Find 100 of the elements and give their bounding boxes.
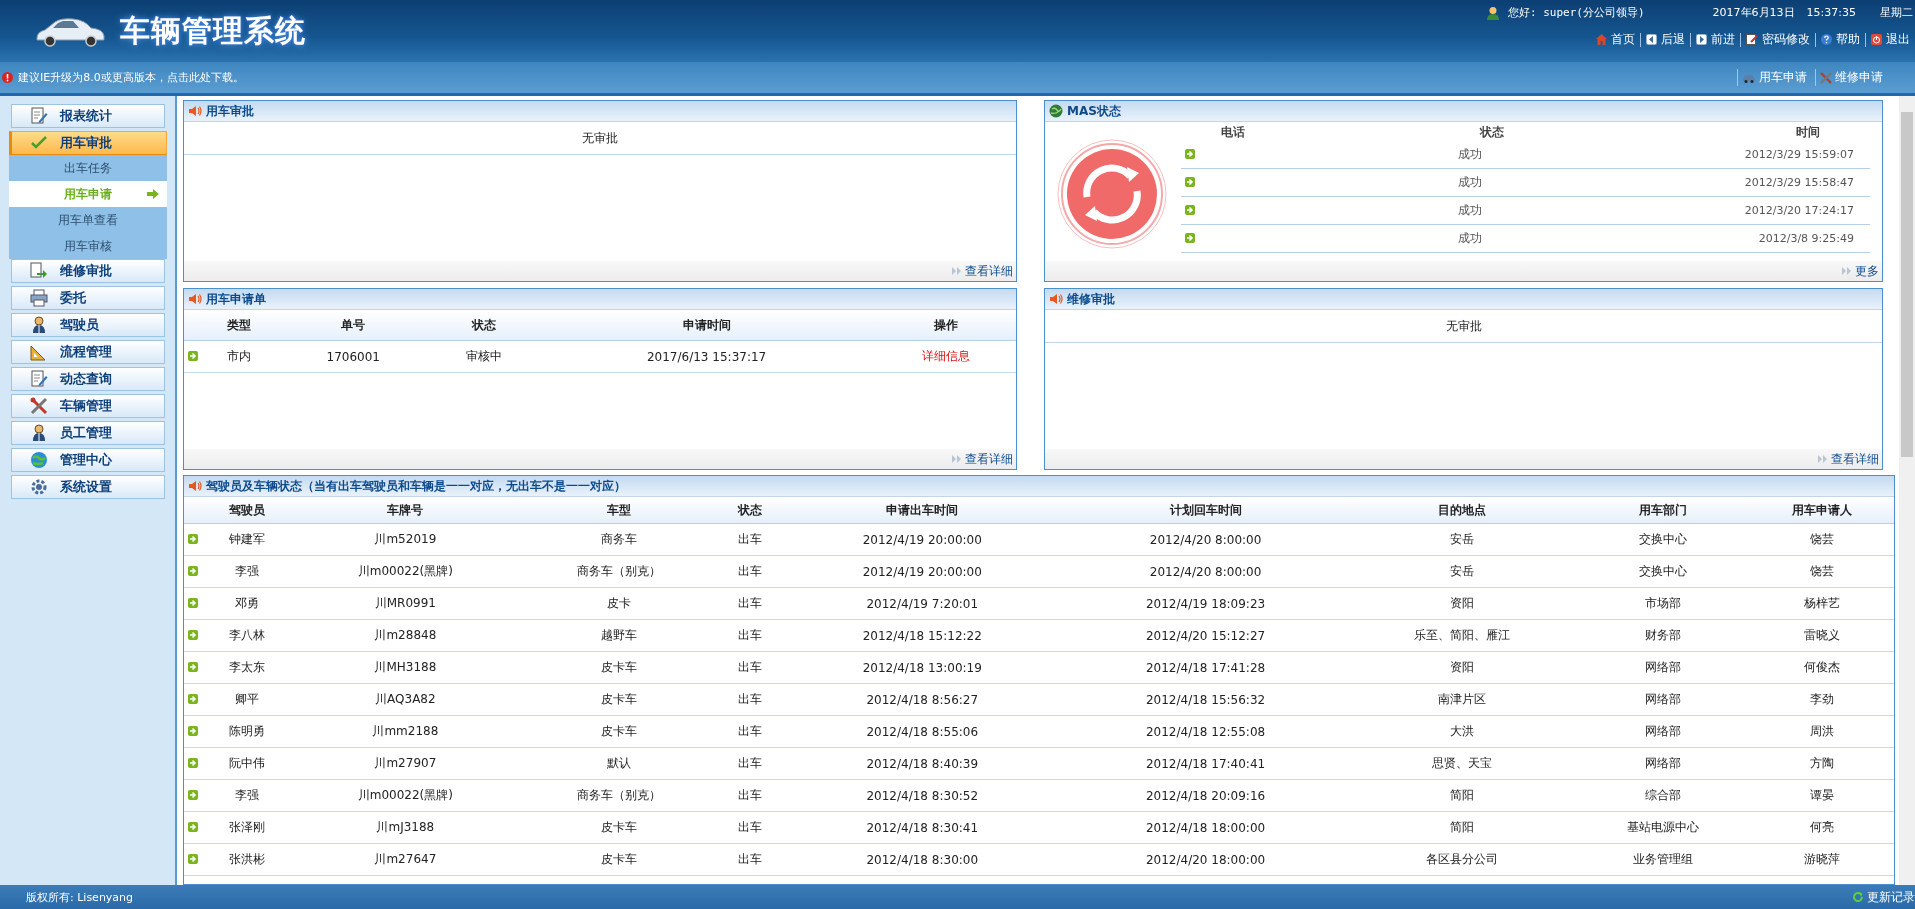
document-pencil-icon [29,370,48,388]
arrow-icon [188,350,198,361]
panel-title: MAS状态 [1067,102,1121,120]
refresh-icon [1852,891,1864,903]
table-cell: 交换中心 [1576,555,1750,588]
table-cell: 2012/4/19 18:09:23 [1063,587,1348,620]
sidebar-item[interactable]: 员工管理 [10,421,165,445]
table-cell: 2012/4/18 20:09:16 [1063,779,1348,812]
table-cell: 资阳 [1347,587,1577,620]
nav-link[interactable]: 退出 [1866,31,1915,48]
more-link[interactable]: 查看详细 [1818,450,1879,468]
table-cell: 南津片区 [1347,683,1577,716]
sidebar-item[interactable]: 委托 [10,286,165,310]
table-cell: 默认 [518,747,720,780]
detail-link[interactable]: 详细信息 [922,349,971,363]
table-cell: 川m27907 [291,747,519,780]
arrow-icon [1185,176,1195,187]
arrow-icon [1185,148,1195,159]
table-cell: 商务车 [518,523,720,556]
speaker-icon [188,480,202,492]
nav-link[interactable]: 首页 [1591,31,1640,48]
table-cell: 成功 [1456,196,1528,225]
sidebar-item[interactable]: 报表统计 [10,104,165,128]
table-cell: 饶芸 [1749,555,1894,588]
column-header: 计划回车时间 [1063,497,1348,524]
table-cell: 财务部 [1576,619,1750,652]
more-link[interactable]: 更多 [1842,262,1879,280]
table-cell: 出车 [719,523,781,556]
warning-icon [2,72,13,83]
table-cell: 出车 [719,555,781,588]
sidebar-item[interactable]: 用车审批 [8,131,167,155]
table-cell: 皮卡车 [518,683,720,716]
arrow-icon [188,789,198,800]
table-cell: 陈明勇 [203,715,292,748]
table-cell: 2012/4/18 8:30:41 [780,811,1064,844]
table-cell: 商务车（别克） [518,779,720,812]
nav-link[interactable]: 前进 [1691,31,1740,48]
table-cell: 2012/3/20 17:24:17 [1527,196,1870,225]
table-cell: 2012/4/18 15:12:22 [780,619,1064,652]
table-cell: 川mJ3188 [291,811,519,844]
table-cell: 2012/4/20 8:00:00 [1063,523,1348,556]
table-cell: 2012/3/29 15:58:47 [1527,168,1870,197]
more-link[interactable]: 查看详细 [952,262,1013,280]
table-cell: 2012/4/19 7:20:01 [780,587,1064,620]
sidebar-item[interactable]: 维修审批 [10,259,165,283]
speaker-icon [1049,293,1063,305]
sidebar-item[interactable]: 车辆管理 [10,394,165,418]
nav-link[interactable]: 后退 [1641,31,1690,48]
back-icon [1646,34,1657,45]
table-cell: 皮卡车 [518,811,720,844]
table-cell: 商务车（别克） [518,555,720,588]
table-cell: 思贤、天宝 [1347,747,1577,780]
globe-icon [29,451,48,469]
arrow-icon [188,693,198,704]
table-cell: 2012/4/18 8:30:52 [780,779,1064,812]
sidebar-item[interactable]: 流程管理 [10,340,165,364]
table-cell: 网络部 [1576,683,1750,716]
table-cell: 越野车 [518,619,720,652]
table-cell: 游晓萍 [1749,843,1894,876]
help-icon [1821,34,1832,45]
nav-link[interactable]: 密码修改 [1741,31,1815,48]
sidebar-item[interactable]: 动态查询 [10,367,165,391]
table-cell: 何俊杰 [1749,651,1894,684]
table-cell: 网络部 [1576,715,1750,748]
table-cell: 川m52019 [291,523,519,556]
table-cell: 交换中心 [1576,523,1750,556]
table-cell: 卿平 [203,683,292,716]
double-arrow-icon [952,455,961,463]
table-cell: 2012/4/18 18:00:00 [1063,811,1348,844]
sidebar-item[interactable]: 系统设置 [10,475,165,499]
table-cell: 网络部 [1576,651,1750,684]
date-text: 2017年6月13日 [1712,5,1795,20]
table-cell: 饶芸 [1749,523,1894,556]
scrollbar[interactable] [1899,96,1915,885]
nav-link[interactable]: 帮助 [1816,31,1865,48]
table-cell: 方陶 [1749,747,1894,780]
sidebar-item[interactable]: 驾驶员 [10,313,165,337]
empty-message: 无审批 [1045,310,1882,343]
sidebar-subitem[interactable]: 出车任务 [8,155,167,181]
table-cell: 出车 [719,587,781,620]
table-cell: 张洪彬 [203,843,292,876]
tools-icon [29,397,48,415]
table-cell: 大洪 [1347,715,1577,748]
panel-title: 维修审批 [1067,290,1115,308]
more-link[interactable]: 查看详细 [952,450,1013,468]
arrow-icon [1185,232,1195,243]
sidebar-subitem[interactable]: 用车审核 [8,233,167,259]
arrow-icon [188,597,198,608]
sidebar-item[interactable]: 管理中心 [10,448,165,472]
double-arrow-icon [952,267,961,275]
table-cell: 简阳 [1347,779,1577,812]
panel-title: 用车申请单 [206,290,266,308]
table-cell: 出车 [719,715,781,748]
table-cell: 川AQ3A82 [291,683,519,716]
table-cell: 钟建军 [203,523,292,556]
update-log-link[interactable]: 更新记录 [1852,888,1915,906]
table-cell: 谭晏 [1749,779,1894,812]
arrow-icon [1185,204,1195,215]
sidebar-subitem[interactable]: 用车单查看 [8,207,167,233]
table-cell: 2012/4/20 15:12:27 [1063,619,1348,652]
